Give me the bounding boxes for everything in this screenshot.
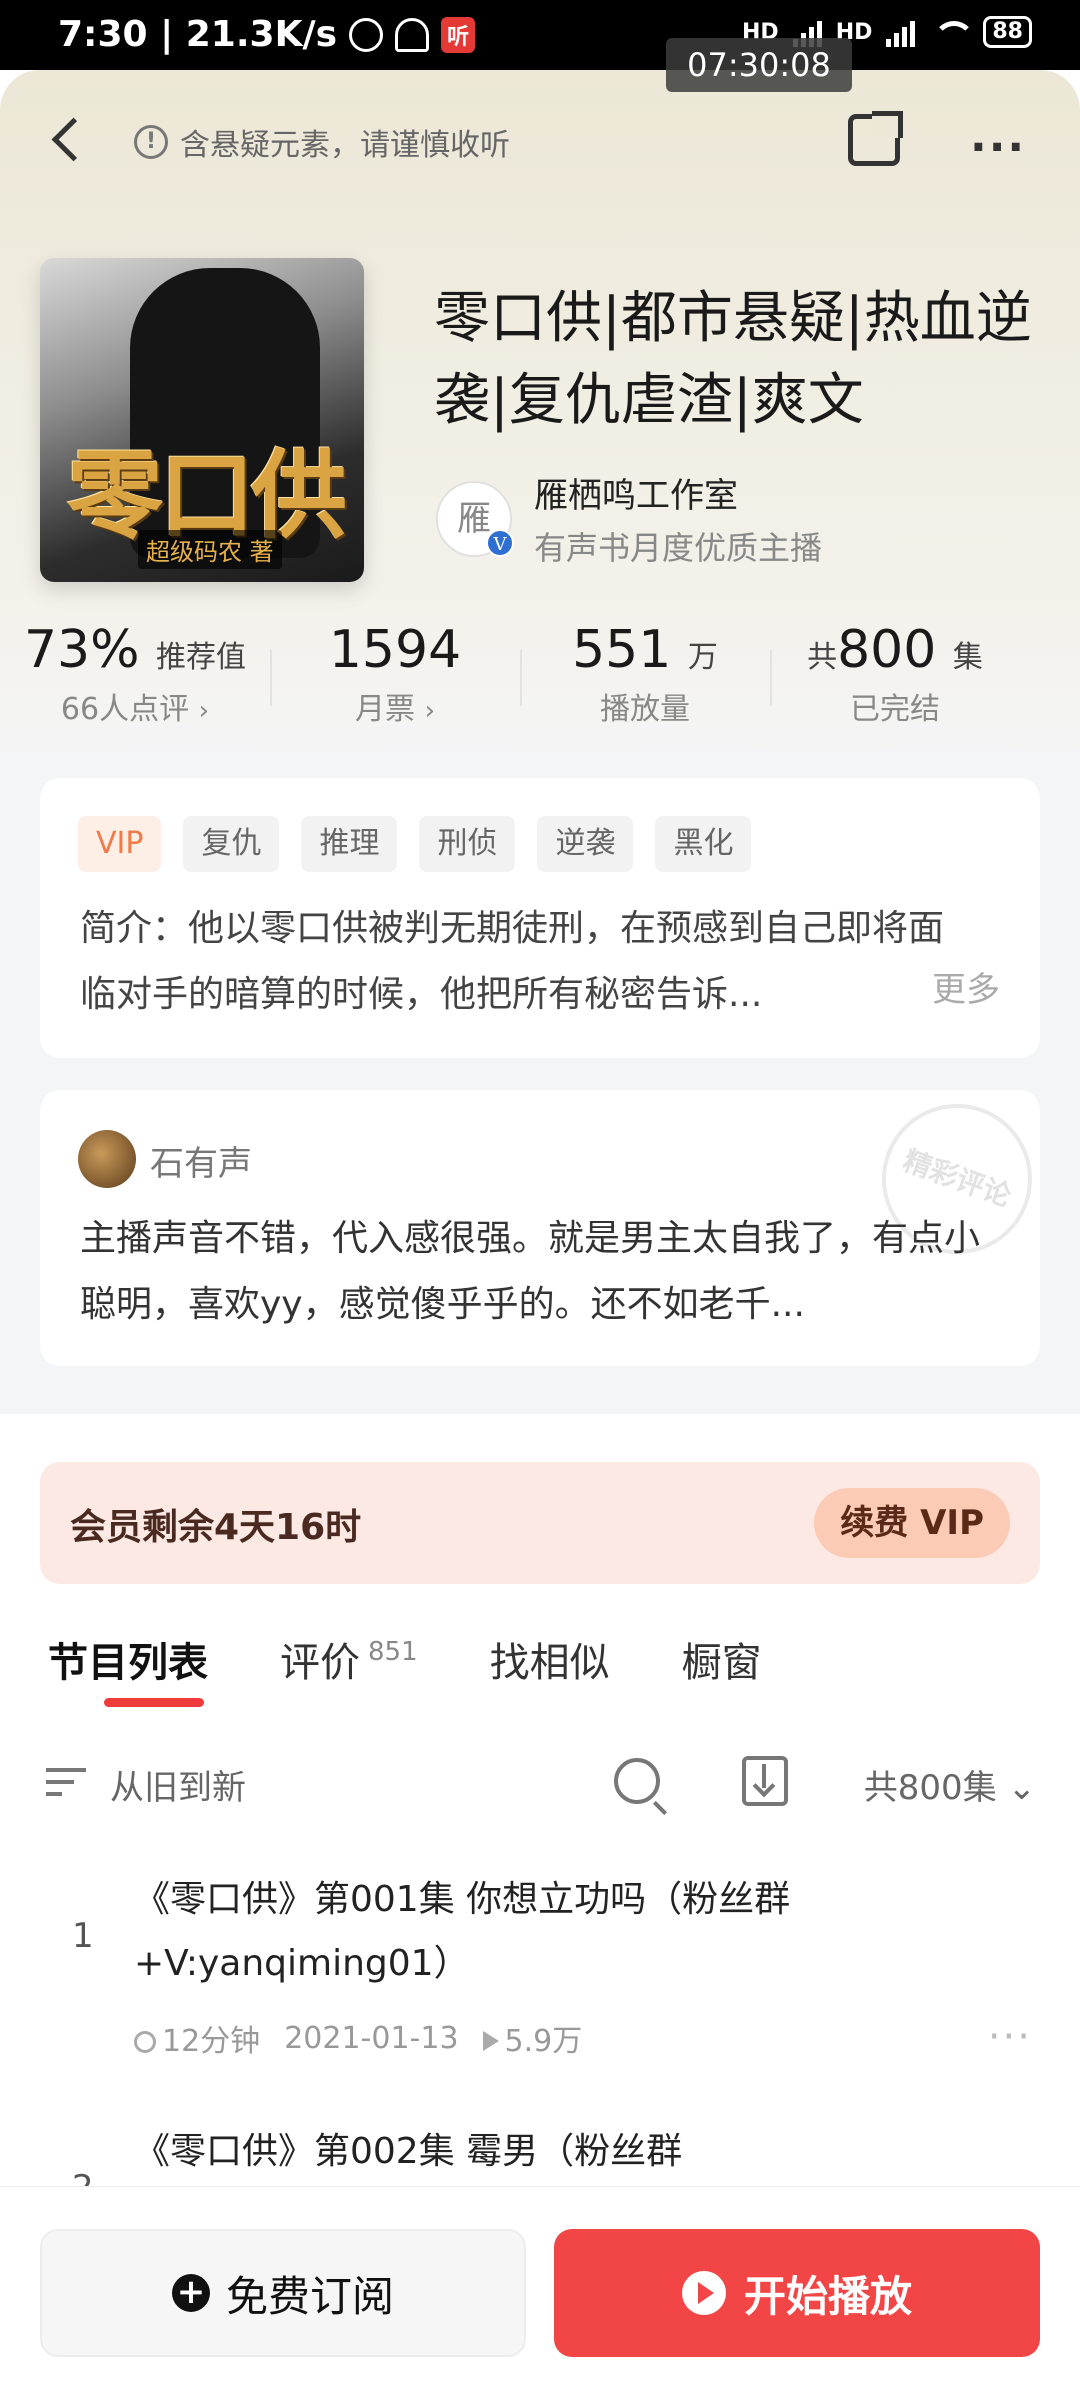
book-title: 零口供|都市悬疑|热血逆袭|复仇虐渣|爽文: [434, 286, 1032, 433]
tab-program-list[interactable]: 节目列表: [48, 1630, 208, 1707]
tickets-label: 月票: [355, 692, 416, 727]
author-description: 有声书月度优质主播: [534, 529, 823, 567]
intro-text: 简介：他以零口供被判无期徒刑，在预感到自己即将面临对手的暗算的时候，他把所有秘密…: [80, 908, 945, 1015]
author-avatar-char: 雁: [457, 498, 491, 539]
tag-list: VIP 复仇 推理 刑侦 逆袭 黑化: [78, 816, 752, 872]
warning-icon: !: [134, 125, 168, 159]
plays-value: 551: [572, 620, 672, 680]
tag-item[interactable]: 刑侦: [419, 816, 516, 872]
signal-icon-2: [886, 17, 916, 47]
top-bar: ! 含悬疑元素，请谨慎收听 ···: [0, 70, 1080, 210]
tab-label: 节目列表: [48, 1640, 208, 1686]
author-name[interactable]: 雁栖鸣工作室: [534, 468, 822, 517]
chevron-right-icon: ›: [198, 696, 210, 726]
play-icon: [681, 2271, 726, 2315]
episode-date: 2021-01-13: [284, 2020, 459, 2056]
plus-icon: +: [171, 2274, 210, 2312]
content-warning: ! 含悬疑元素，请谨慎收听: [134, 120, 510, 164]
review-count-badge: 851: [368, 1637, 418, 1667]
battery-icon: 88: [983, 16, 1032, 48]
episode-item[interactable]: 1 《零口供》第001集 你想立功吗（粉丝群+V:yanqiming01） 12…: [0, 1868, 1080, 2078]
featured-review-card[interactable]: 精彩评论 石有声 主播声音不错，代入感很强。就是男主太自我了，有点小聪明，喜欢y…: [40, 1090, 1040, 1366]
play-label: 开始播放: [743, 2271, 912, 2321]
episode-duration: 12分钟: [134, 2016, 260, 2060]
recommend-sub: 66人点评: [60, 692, 190, 727]
share-button[interactable]: [848, 111, 903, 166]
episode-plays: 5.9万: [482, 2016, 582, 2060]
list-controls: 从旧到新 共800集 ⌄: [0, 1750, 1080, 1814]
recommend-value: 73%: [23, 620, 140, 680]
plays-label: 播放量: [600, 692, 690, 727]
search-icon[interactable]: [614, 1758, 660, 1804]
vip-remaining-text: 会员剩余4天16时: [70, 1507, 362, 1548]
recommend-label: 推荐值: [156, 640, 247, 675]
sort-order-button[interactable]: 从旧到新: [110, 1760, 246, 1809]
tab-showcase[interactable]: 橱窗: [682, 1630, 762, 1688]
episodes-prefix: 共: [807, 640, 838, 675]
back-button[interactable]: [44, 116, 90, 162]
tab-bar: 节目列表 评价 851 找相似 橱窗: [48, 1630, 762, 1707]
tab-label: 找相似: [489, 1640, 610, 1686]
intro-card[interactable]: VIP 复仇 推理 刑侦 逆袭 黑化 简介：他以零口供被判无期徒刑，在预感到自己…: [40, 778, 1040, 1058]
subscribe-label: 免费订阅: [225, 2271, 394, 2321]
download-icon[interactable]: [742, 1756, 788, 1806]
wifi-icon: [929, 17, 976, 47]
author-row[interactable]: 雁 V 雁栖鸣工作室 有声书月度优质主播: [436, 468, 822, 569]
book-cover[interactable]: 零口供 超级码农 著: [40, 258, 364, 582]
tag-item[interactable]: 逆袭: [537, 816, 634, 872]
reviewer-name[interactable]: 石有声: [150, 1136, 252, 1185]
intro-more-link[interactable]: 更多: [922, 962, 1000, 1011]
episodes-unit: 集: [952, 640, 983, 675]
episode-title: 《零口供》第001集 你想立功吗（粉丝群+V:yanqiming01）: [134, 1879, 791, 1984]
verified-badge-icon: V: [486, 528, 514, 557]
tab-similar[interactable]: 找相似: [490, 1630, 610, 1688]
author-info: 雁栖鸣工作室 有声书月度优质主播: [534, 468, 822, 569]
start-play-button[interactable]: 开始播放: [554, 2229, 1040, 2357]
more-options-button[interactable]: ···: [970, 122, 1026, 173]
stat-plays: 551 万 播放量: [520, 620, 770, 740]
clock-icon: [134, 2031, 156, 2053]
subscribe-button[interactable]: + 免费订阅: [40, 2229, 526, 2357]
tab-reviews[interactable]: 评价 851: [280, 1630, 418, 1688]
renew-vip-button[interactable]: 续费 VIP: [814, 1488, 1010, 1558]
vip-status-bar: 会员剩余4天16时 续费 VIP: [40, 1462, 1040, 1584]
headphone-icon: [395, 17, 430, 52]
episode-range-selector[interactable]: 共800集 ⌄: [864, 1760, 1036, 1809]
reviewer-avatar[interactable]: [78, 1130, 136, 1188]
status-time-speed: 7:30 | 21.3K/s: [58, 14, 338, 55]
stats-row: 73% 推荐值 66人点评 › 1594 月票 › 551 万 播放量 共800…: [0, 620, 1080, 740]
tag-item[interactable]: 复仇: [183, 816, 280, 872]
clock-overlay: 07:30:08: [666, 38, 852, 92]
plays-unit: 万: [687, 640, 718, 675]
episode-more-button[interactable]: ···: [988, 2014, 1032, 2060]
tab-label: 橱窗: [681, 1640, 762, 1686]
cover-author: 超级码农 著: [138, 530, 282, 569]
status-left: 7:30 | 21.3K/s 听: [58, 14, 476, 55]
chevron-right-icon: ›: [424, 696, 435, 726]
review-text: 主播声音不错，代入感很强。就是男主太自我了，有点小聪明，喜欢yy，感觉傻乎乎的。…: [80, 1218, 981, 1325]
author-avatar[interactable]: 雁 V: [436, 480, 514, 557]
tickets-value: 1594: [328, 620, 462, 680]
status-bar: 7:30 | 21.3K/s 听 HD HD 88: [0, 0, 1080, 70]
alarm-icon: [349, 17, 384, 52]
episodes-status: 已完结: [850, 692, 940, 727]
stat-episodes: 共800 集 已完结: [770, 620, 1020, 740]
episodes-value: 800: [837, 620, 937, 680]
bottom-action-bar: + 免费订阅 开始播放: [0, 2186, 1080, 2400]
app-notification-icon: 听: [441, 16, 476, 53]
episode-number: 1: [72, 1916, 94, 1956]
stat-recommend[interactable]: 73% 推荐值 66人点评 ›: [0, 620, 270, 740]
episode-title: 《零口供》第002集 霉男（粉丝群: [134, 2131, 683, 2172]
play-count-icon: [482, 2031, 499, 2051]
sort-icon[interactable]: [46, 1764, 90, 1800]
tab-label: 评价: [280, 1640, 360, 1686]
episode-meta: 12分钟 2021-01-13 5.9万: [134, 2016, 582, 2060]
warning-text: 含悬疑元素，请谨慎收听: [180, 128, 510, 163]
tag-item[interactable]: 黑化: [655, 816, 752, 872]
tag-item[interactable]: 推理: [301, 816, 398, 872]
stat-tickets[interactable]: 1594 月票 ›: [270, 620, 520, 740]
tag-vip: VIP: [78, 816, 162, 872]
